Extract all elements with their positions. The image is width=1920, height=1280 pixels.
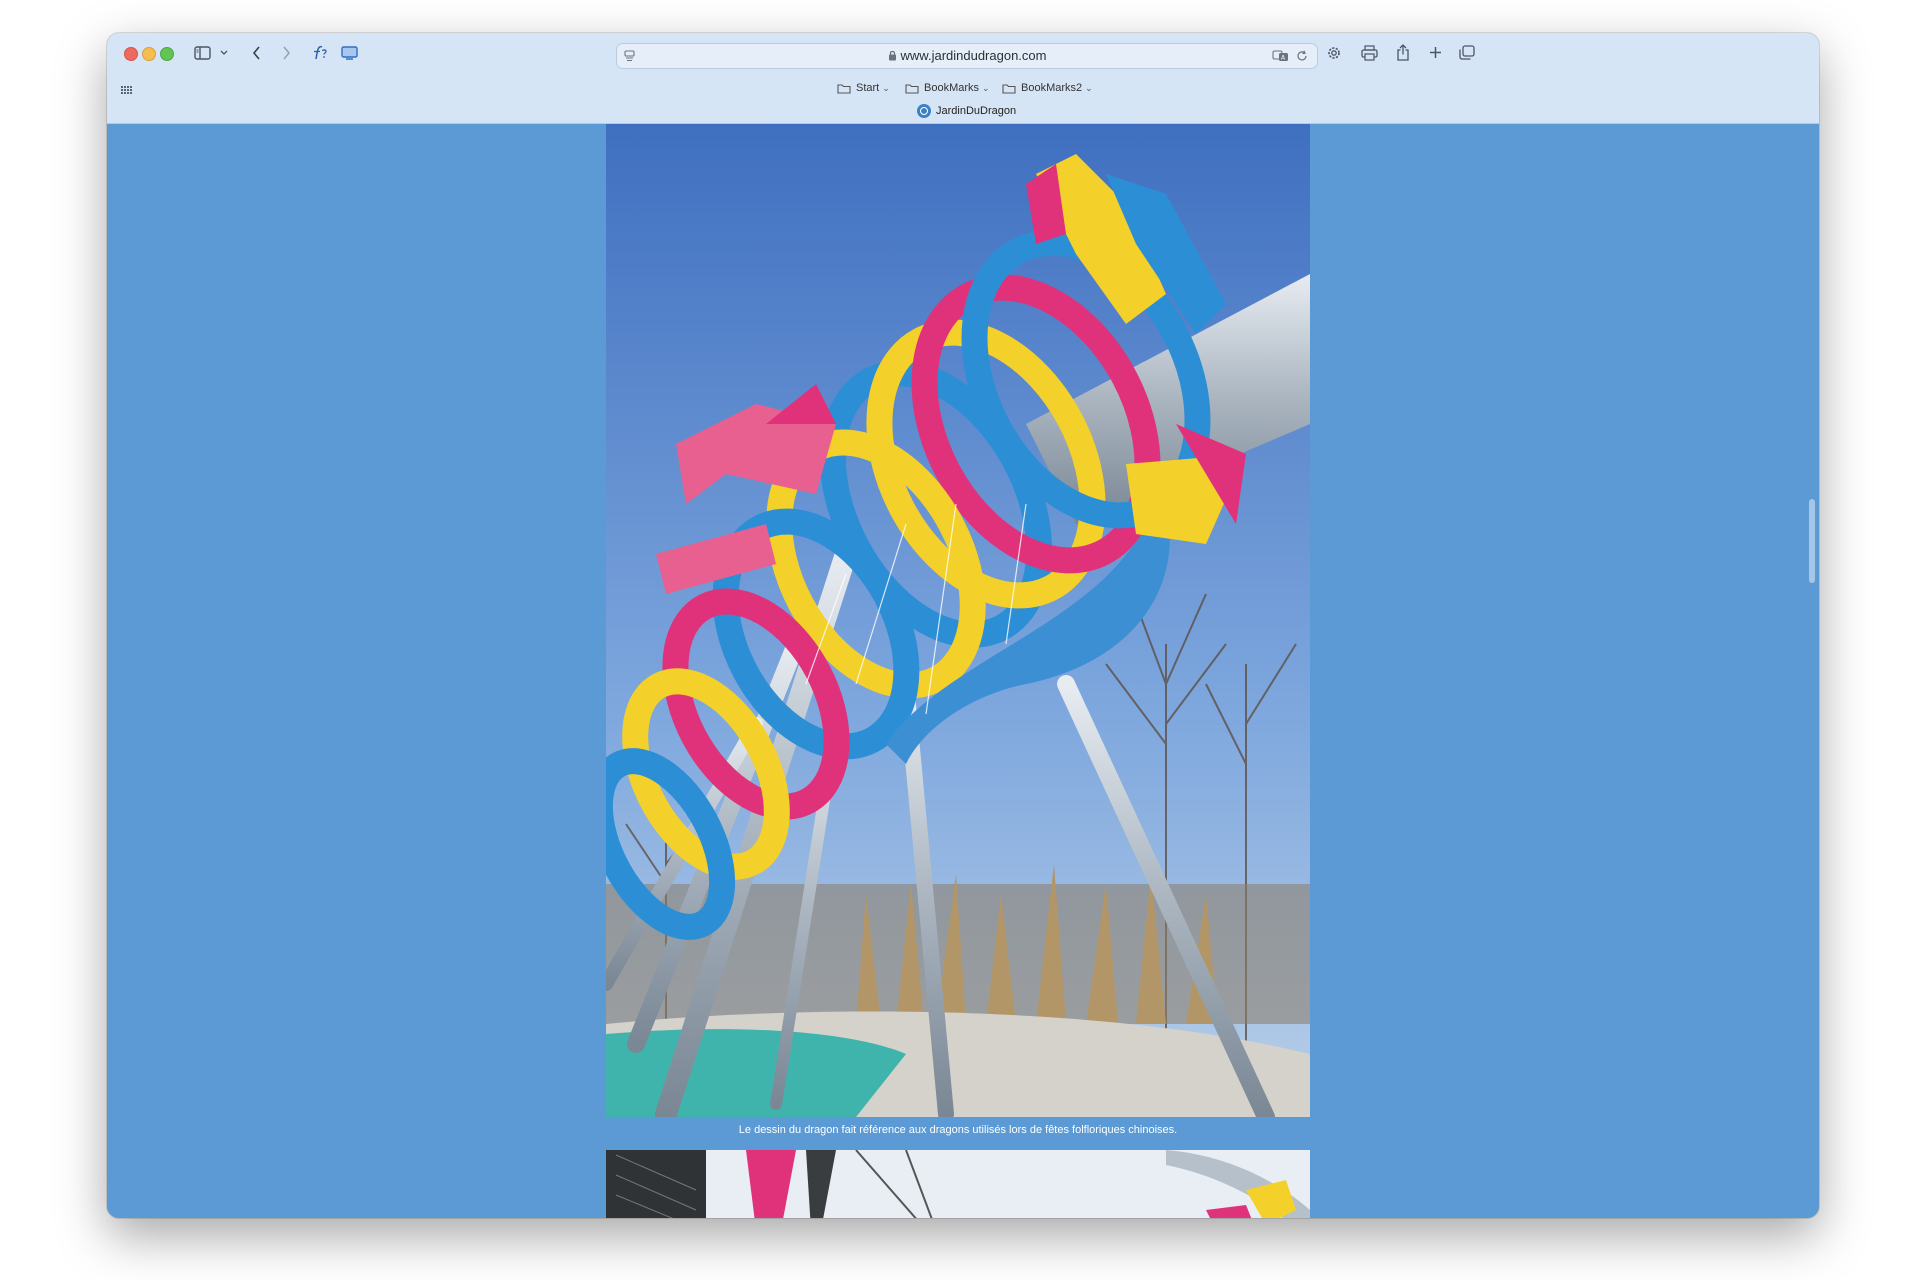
favicon-icon xyxy=(917,104,931,118)
screen-icon[interactable] xyxy=(340,45,358,61)
folder-icon xyxy=(837,83,851,94)
browser-toolbar: www.jardindudragon.com A Start ⌄ BookMar… xyxy=(107,33,1819,124)
translate-icon[interactable]: A xyxy=(1271,49,1289,63)
reload-icon[interactable] xyxy=(1295,49,1309,63)
address-url[interactable]: www.jardindudragon.com xyxy=(617,44,1317,68)
folder-icon xyxy=(905,83,919,94)
tab-title-label: JardinDuDragon xyxy=(936,105,1017,117)
chevron-down-icon: ⌄ xyxy=(1085,82,1093,93)
bookmark-label: BookMarks xyxy=(924,82,980,94)
plus-icon[interactable] xyxy=(1427,44,1443,60)
folder-icon xyxy=(1002,83,1016,94)
close-button[interactable] xyxy=(124,47,138,61)
gear-icon[interactable] xyxy=(1325,44,1343,62)
photo-caption: Le dessin du dragon fait référence aux d… xyxy=(738,1124,1178,1136)
formula-icon[interactable] xyxy=(310,44,328,62)
bookmark-folder-start[interactable]: Start ⌄ xyxy=(837,77,890,99)
address-url-text: www.jardindudragon.com xyxy=(900,48,1047,63)
tab-active[interactable]: JardinDuDragon xyxy=(917,102,1016,120)
second-photo xyxy=(606,1150,1310,1218)
bookmark-label: Start xyxy=(856,82,880,94)
dragon-sculpture-photo xyxy=(606,124,1310,1117)
bookmark-label: BookMarks2 xyxy=(1021,82,1083,94)
back-icon[interactable] xyxy=(249,45,263,61)
address-bar[interactable]: www.jardindudragon.com A xyxy=(616,43,1318,69)
bookmark-folder-bookmarks[interactable]: BookMarks ⌄ xyxy=(905,77,990,99)
browser-window: www.jardindudragon.com A Start ⌄ BookMar… xyxy=(107,33,1819,1218)
minimize-button[interactable] xyxy=(142,47,156,61)
tab-bar: JardinDuDragon xyxy=(107,100,1819,122)
vertical-scrollbar[interactable] xyxy=(1809,499,1815,583)
forward-icon[interactable] xyxy=(279,45,293,61)
print-icon[interactable] xyxy=(1360,44,1378,62)
bookmarks-bar: Start ⌄ BookMarks ⌄ BookMarks2 ⌄ xyxy=(107,77,1819,99)
bookmark-folder-bookmarks2[interactable]: BookMarks2 ⌄ xyxy=(1002,77,1093,99)
sidebar-icon[interactable] xyxy=(193,45,211,61)
zoom-button[interactable] xyxy=(160,47,174,61)
web-content: Le dessin du dragon fait référence aux d… xyxy=(107,124,1819,1218)
chevron-down-icon: ⌄ xyxy=(982,82,990,93)
chevron-down-icon[interactable] xyxy=(219,47,229,59)
share-icon[interactable] xyxy=(1395,43,1411,61)
chevron-down-icon: ⌄ xyxy=(882,82,890,93)
lock-icon xyxy=(888,45,897,69)
tabs-icon[interactable] xyxy=(1458,44,1476,60)
